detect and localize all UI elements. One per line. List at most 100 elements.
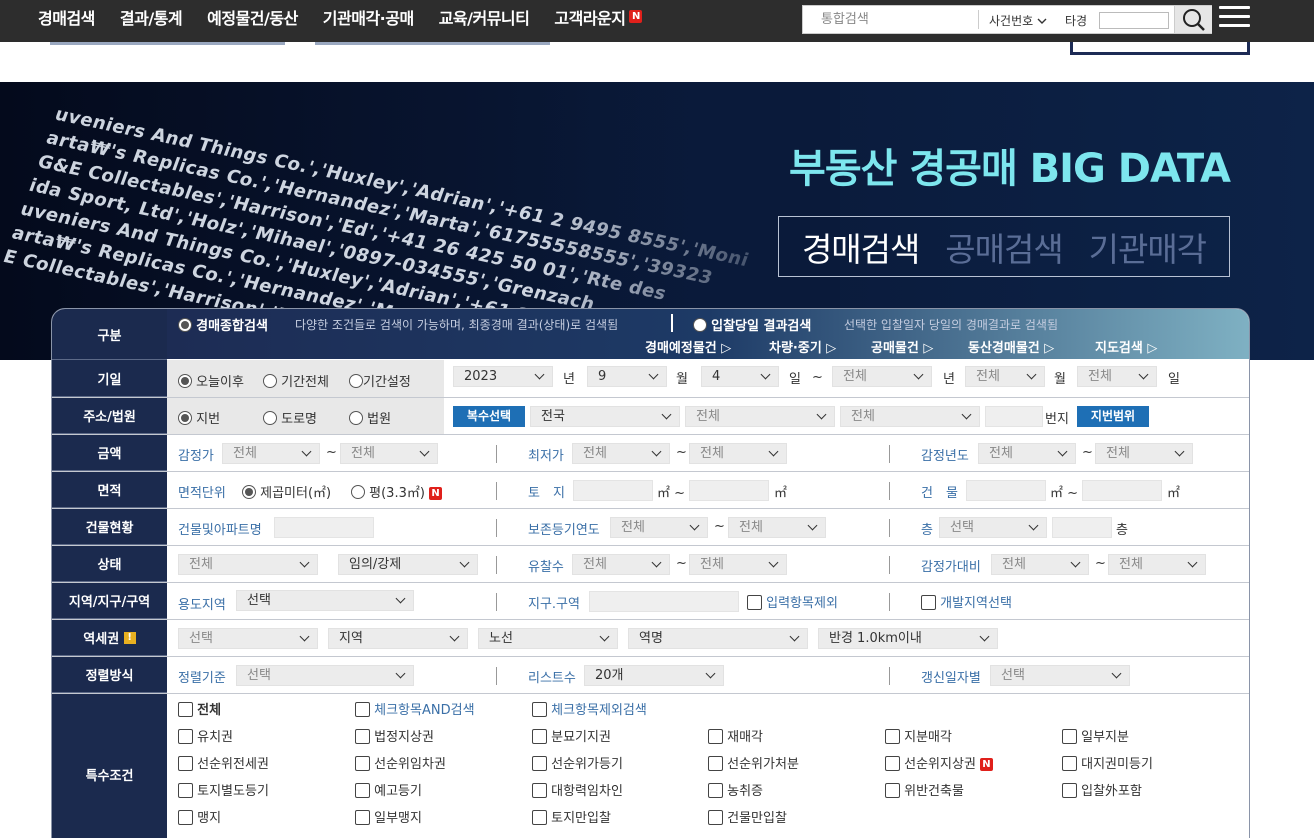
floor-select[interactable]: 선택	[939, 517, 1047, 538]
subway-line-select[interactable]: 노선	[478, 628, 618, 649]
special-condition-checkbox[interactable]: 위반건축물	[885, 780, 964, 799]
special-condition-checkbox[interactable]: 일부지분	[1062, 726, 1129, 745]
sigungu-select[interactable]: 전체	[685, 406, 835, 427]
menu-scheduled-items[interactable]: 예정물건/동산	[207, 5, 298, 29]
category-option-comprehensive[interactable]: 경매종합검색	[178, 315, 268, 334]
area-unit-sqm-option[interactable]: 제곱미터(㎡)	[242, 482, 331, 501]
ratio-max-select[interactable]: 전체	[1108, 554, 1206, 575]
building-name-input[interactable]	[274, 517, 374, 538]
special-condition-checkbox[interactable]: 유치권	[178, 726, 233, 745]
land-area-max-input[interactable]	[689, 480, 769, 501]
special-condition-checkbox[interactable]: 토지만입찰	[532, 807, 611, 826]
special-condition-checkbox[interactable]: 농취증	[708, 780, 763, 799]
menu-education-community[interactable]: 교육/커뮤니티	[439, 5, 530, 29]
use-zone-select[interactable]: 선택	[236, 590, 414, 611]
search-button[interactable]	[1174, 6, 1212, 33]
list-count-select[interactable]: 20개	[584, 665, 724, 686]
special-condition-checkbox[interactable]: 지분매각	[885, 726, 952, 745]
tab-public-sale-search[interactable]: 공매검색	[945, 223, 1063, 271]
special-condition-checkbox[interactable]: 대지권미등기	[1062, 753, 1153, 772]
link-map-search[interactable]: 지도검색 ▷	[1095, 337, 1157, 356]
dong-select[interactable]: 전체	[840, 406, 980, 427]
addr-option-lot[interactable]: 지번	[178, 408, 220, 427]
dev-zone-checkbox[interactable]: 개발지역선택	[921, 592, 1012, 611]
special-condition-checkbox[interactable]: 건물만입찰	[708, 807, 787, 826]
special-and-search-checkbox[interactable]: 체크항목AND검색	[355, 699, 475, 718]
tab-institution-sale[interactable]: 기관매각	[1089, 223, 1207, 271]
special-condition-checkbox[interactable]: 예고등기	[355, 780, 422, 799]
building-area-min-input[interactable]	[966, 480, 1046, 501]
special-condition-checkbox[interactable]: 선순위가처분	[708, 753, 799, 772]
station-radius-select[interactable]: 반경 1.0km이내	[818, 628, 998, 649]
special-condition-checkbox[interactable]: 선순위전세권	[178, 753, 269, 772]
fail-count-min-select[interactable]: 전체	[572, 554, 670, 575]
exclude-input-checkbox[interactable]: 입력항목제외	[747, 592, 838, 611]
case-year-input[interactable]	[1099, 12, 1169, 29]
min-price-min-select[interactable]: 전체	[572, 443, 670, 464]
date-option-after-today[interactable]: 오늘이후	[178, 371, 244, 390]
end-month-select[interactable]: 전체	[965, 366, 1045, 387]
special-condition-checkbox[interactable]: 입찰外포함	[1062, 780, 1142, 799]
multi-select-button[interactable]: 복수선택	[453, 406, 525, 427]
hamburger-menu-icon[interactable]	[1219, 6, 1250, 30]
ratio-min-select[interactable]: 전체	[991, 554, 1089, 575]
appraisal-year-max-select[interactable]: 전체	[1095, 443, 1193, 464]
special-condition-checkbox[interactable]: 선순위가등기	[532, 753, 623, 772]
start-month-select[interactable]: 9	[587, 366, 667, 387]
station-region-type-select[interactable]: 선택	[178, 628, 318, 649]
sort-criteria-select[interactable]: 선택	[236, 665, 414, 686]
menu-customer-lounge[interactable]: 고객라운지 N	[554, 5, 643, 29]
floor-input[interactable]	[1052, 517, 1112, 538]
special-condition-checkbox[interactable]: 선순위지상권 N	[885, 753, 993, 772]
addr-option-road[interactable]: 도로명	[263, 408, 317, 427]
building-area-max-input[interactable]	[1082, 480, 1162, 501]
start-year-select[interactable]: 2023	[453, 366, 553, 387]
special-condition-checkbox[interactable]: 분묘기지권	[532, 726, 611, 745]
special-condition-checkbox[interactable]: 재매각	[708, 726, 763, 745]
auction-type-select[interactable]: 임의/강제	[338, 554, 478, 575]
area-unit-pyeong-option[interactable]: 평(3.3㎡) N	[351, 482, 443, 501]
appraisal-max-select[interactable]: 전체	[340, 443, 438, 464]
link-movable-items[interactable]: 동산경매물건 ▷	[968, 337, 1054, 356]
link-public-sale-items[interactable]: 공매물건 ▷	[871, 337, 933, 356]
reg-year-max-select[interactable]: 전체	[728, 517, 826, 538]
link-scheduled-items[interactable]: 경매예정물건 ▷	[645, 337, 731, 356]
link-vehicles[interactable]: 차량·중기 ▷	[769, 337, 836, 356]
menu-results-stats[interactable]: 결과/통계	[120, 5, 183, 29]
special-all-checkbox[interactable]: 전체	[178, 699, 221, 718]
updated-date-select[interactable]: 선택	[990, 665, 1130, 686]
integrated-search-input[interactable]	[803, 6, 978, 33]
special-exclude-search-checkbox[interactable]: 체크항목제외검색	[532, 699, 647, 718]
appraisal-year-min-select[interactable]: 전체	[978, 443, 1076, 464]
date-option-range[interactable]: 기간설정	[349, 371, 411, 390]
checkbox-icon	[1062, 783, 1077, 798]
bunji-input[interactable]	[985, 406, 1043, 427]
sido-select[interactable]: 전국	[530, 406, 680, 427]
special-condition-checkbox[interactable]: 법정지상권	[355, 726, 434, 745]
fail-count-max-select[interactable]: 전체	[689, 554, 787, 575]
station-name-select[interactable]: 역명	[628, 628, 808, 649]
date-option-all[interactable]: 기간전체	[263, 371, 329, 390]
district-input[interactable]	[589, 591, 739, 612]
menu-institution-sale[interactable]: 기관매각·공매	[323, 5, 414, 29]
end-year-select[interactable]: 전체	[832, 366, 932, 387]
special-condition-checkbox[interactable]: 맹지	[178, 807, 221, 826]
reg-year-min-select[interactable]: 전체	[610, 517, 708, 538]
lot-range-button[interactable]: 지번범위	[1077, 406, 1149, 427]
special-condition-checkbox[interactable]: 토지별도등기	[178, 780, 269, 799]
special-condition-checkbox[interactable]: 대항력임차인	[532, 780, 623, 799]
addr-option-court[interactable]: 법원	[349, 408, 391, 427]
land-area-min-input[interactable]	[573, 480, 653, 501]
status-select[interactable]: 전체	[178, 554, 318, 575]
special-condition-checkbox[interactable]: 일부맹지	[355, 807, 422, 826]
start-day-select[interactable]: 4	[701, 366, 779, 387]
special-condition-checkbox[interactable]: 선순위임차권	[355, 753, 446, 772]
tab-auction-search[interactable]: 경매검색	[802, 223, 920, 271]
menu-auction-search[interactable]: 경매검색	[38, 5, 95, 29]
category-option-day-result[interactable]: 입찰당일 결과검색	[693, 315, 811, 334]
station-region-select[interactable]: 지역	[328, 628, 468, 649]
case-number-select[interactable]: 사건번호	[989, 12, 1047, 29]
min-price-max-select[interactable]: 전체	[689, 443, 787, 464]
end-day-select[interactable]: 전체	[1077, 366, 1157, 387]
appraisal-min-select[interactable]: 전체	[222, 443, 320, 464]
